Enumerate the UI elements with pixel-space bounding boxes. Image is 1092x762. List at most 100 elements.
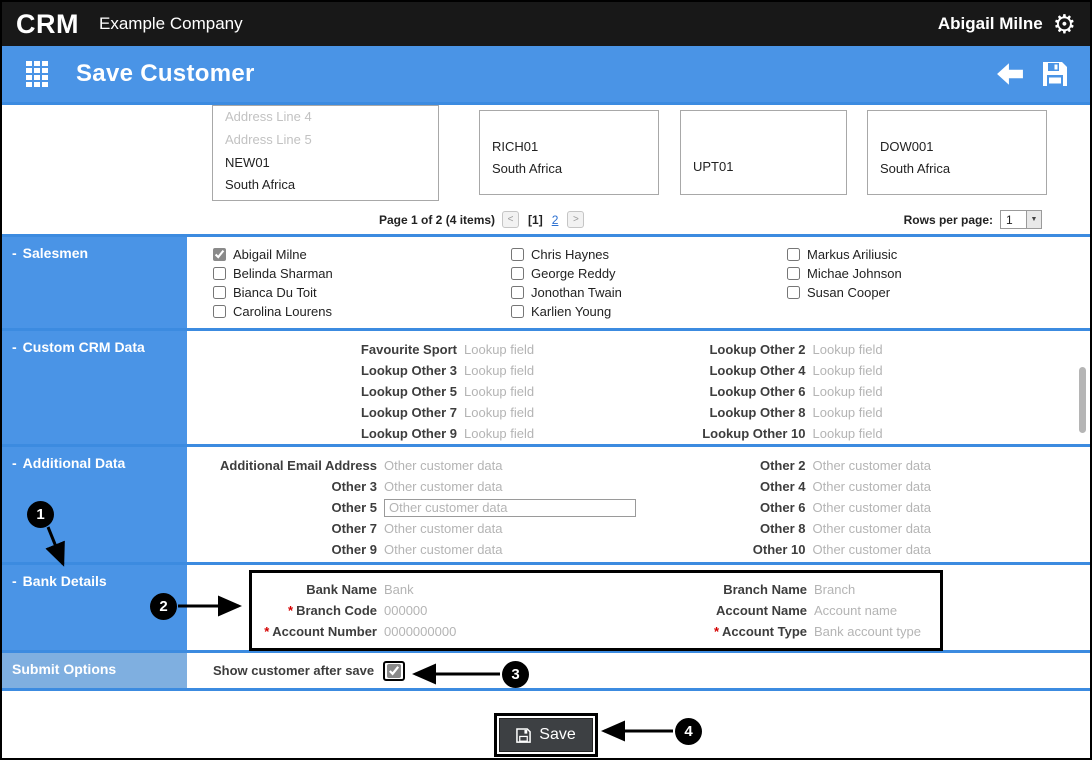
required-marker: *	[288, 603, 294, 618]
submit-options-content: Show customer after save	[187, 653, 1090, 688]
lookup-field[interactable]: Lookup field	[457, 363, 534, 378]
salesman-label: Belinda Sharman	[233, 266, 333, 281]
bank-field[interactable]: 000000	[377, 603, 427, 618]
bank-field[interactable]: Bank account type	[807, 624, 921, 639]
salesman-option: George Reddy	[511, 266, 787, 281]
card-country: South Africa	[225, 177, 296, 192]
bank-field[interactable]: 0000000000	[377, 624, 456, 639]
field-row: Favourite Sport Lookup field	[187, 339, 639, 360]
salesman-checkbox[interactable]	[511, 267, 524, 280]
salesman-checkbox[interactable]	[511, 305, 524, 318]
page-2-link[interactable]: 2	[552, 213, 559, 227]
field-row: Account Name Account name	[607, 600, 937, 621]
other-data-field[interactable]: Other customer data	[806, 542, 932, 557]
salesman-checkbox[interactable]	[213, 305, 226, 318]
field-label: Lookup Other 4	[709, 363, 806, 378]
other-data-field[interactable]: Other customer data	[377, 458, 503, 473]
page-header: Save Customer	[2, 46, 1090, 102]
field-row: Lookup Other 4 Lookup field	[639, 360, 1091, 381]
salesmen-column-3: Markus Ariliusic Michae Johnson Susan Co…	[787, 247, 902, 328]
field-label: * Account Number	[264, 624, 377, 639]
section-title: Additional Data	[22, 455, 126, 471]
customer-card[interactable]: Address Line 4 Address Line 5 NEW01 Sout…	[212, 105, 439, 201]
lookup-field[interactable]: Lookup field	[806, 426, 883, 441]
field-row: Lookup Other 9 Lookup field	[187, 423, 639, 444]
lookup-field[interactable]: Lookup field	[806, 363, 883, 378]
back-button[interactable]	[996, 62, 1024, 86]
collapse-icon: -	[12, 455, 17, 471]
chevron-down-icon: ▼	[1026, 211, 1041, 228]
other-data-field[interactable]: Other customer data	[806, 479, 932, 494]
lookup-field[interactable]: Lookup field	[457, 405, 534, 420]
other-data-field[interactable]: Other customer data	[806, 500, 932, 515]
rows-per-page-group: Rows per page: 1 ▼	[904, 210, 1042, 229]
lookup-field[interactable]: Lookup field	[806, 342, 883, 357]
lookup-field[interactable]: Lookup field	[806, 384, 883, 399]
field-label: * Branch Code	[288, 603, 377, 618]
customer-card[interactable]: RICH01 South Africa	[479, 110, 659, 195]
lookup-field[interactable]: Lookup field	[457, 342, 534, 357]
building-icon	[26, 61, 48, 87]
annotation-circle-3: 3	[502, 661, 529, 688]
field-label: Lookup Other 8	[709, 405, 806, 420]
other-5-input[interactable]	[384, 498, 636, 517]
gear-icon[interactable]: ⚙	[1053, 11, 1076, 37]
save-button-label: Save	[539, 726, 576, 743]
customer-card[interactable]: DOW001 South Africa	[867, 110, 1047, 195]
card-ghost-line: Address Line 5	[225, 132, 312, 147]
salesman-option: Susan Cooper	[787, 285, 902, 300]
field-row: Other 2 Other customer data	[639, 455, 1091, 476]
customer-card[interactable]: UPT01	[680, 110, 847, 195]
field-row: Branch Name Branch	[607, 579, 937, 600]
bank-field[interactable]: Account name	[807, 603, 897, 618]
other-data-field[interactable]: Other customer data	[806, 458, 932, 473]
field-label: Lookup Other 10	[702, 426, 806, 441]
salesman-checkbox[interactable]	[213, 286, 226, 299]
salesman-checkbox[interactable]	[213, 267, 226, 280]
lookup-field[interactable]: Lookup field	[457, 384, 534, 399]
sidebar-submit-options[interactable]: Submit Options	[2, 653, 187, 688]
field-label: Other 6	[759, 500, 806, 515]
bank-field[interactable]: Branch	[807, 582, 855, 597]
field-row: Lookup Other 2 Lookup field	[639, 339, 1091, 360]
footer: Save	[2, 688, 1090, 758]
rows-per-page-select[interactable]: 1 ▼	[1000, 210, 1042, 229]
save-button[interactable]: Save	[499, 718, 593, 752]
current-page: [1]	[528, 212, 543, 227]
prev-page-icon[interactable]: <	[502, 211, 520, 228]
bank-field[interactable]: Bank	[377, 582, 414, 597]
section-salesmen: - Salesmen Abigail Milne Belinda Sharman …	[2, 234, 1090, 328]
field-label: Lookup Other 7	[360, 405, 457, 420]
lookup-field[interactable]: Lookup field	[806, 405, 883, 420]
custom-crm-left-column: Favourite Sport Lookup field Lookup Other…	[187, 339, 639, 444]
sidebar-salesmen[interactable]: - Salesmen	[2, 237, 187, 328]
logged-in-user[interactable]: Abigail Milne	[938, 14, 1043, 34]
salesman-checkbox[interactable]	[787, 248, 800, 261]
other-data-field[interactable]: Other customer data	[377, 542, 503, 557]
salesmen-column-2: Chris Haynes George Reddy Jonothan Twain…	[511, 247, 787, 328]
other-data-field[interactable]: Other customer data	[806, 521, 932, 536]
field-label: Lookup Other 5	[360, 384, 457, 399]
collapse-icon: -	[12, 573, 17, 589]
salesman-checkbox[interactable]	[511, 286, 524, 299]
next-page-icon[interactable]: >	[567, 211, 585, 228]
show-customer-after-save-checkbox[interactable]	[387, 663, 402, 678]
card-customer-code: RICH01	[492, 139, 539, 154]
field-label: Account Name	[715, 603, 807, 618]
salesman-option: Bianca Du Toit	[213, 285, 511, 300]
salesman-checkbox[interactable]	[511, 248, 524, 261]
section-additional-data: - Additional Data Additional Email Addres…	[2, 444, 1090, 562]
sidebar-custom-crm-data[interactable]: - Custom CRM Data	[2, 331, 187, 444]
field-row: Other 10 Other customer data	[639, 539, 1091, 560]
other-data-field[interactable]: Other customer data	[377, 521, 503, 536]
lookup-field[interactable]: Lookup field	[457, 426, 534, 441]
checkbox-highlight-box	[383, 660, 406, 681]
other-data-field[interactable]: Other customer data	[377, 479, 503, 494]
salesman-checkbox[interactable]	[787, 286, 800, 299]
salesman-checkbox[interactable]	[213, 248, 226, 261]
scrollbar-thumb[interactable]	[1079, 367, 1086, 433]
section-custom-crm-data: - Custom CRM Data Favourite Sport Lookup f…	[2, 328, 1090, 444]
salesman-checkbox[interactable]	[787, 267, 800, 280]
save-icon[interactable]	[1042, 61, 1068, 87]
card-customer-code: UPT01	[693, 159, 734, 174]
